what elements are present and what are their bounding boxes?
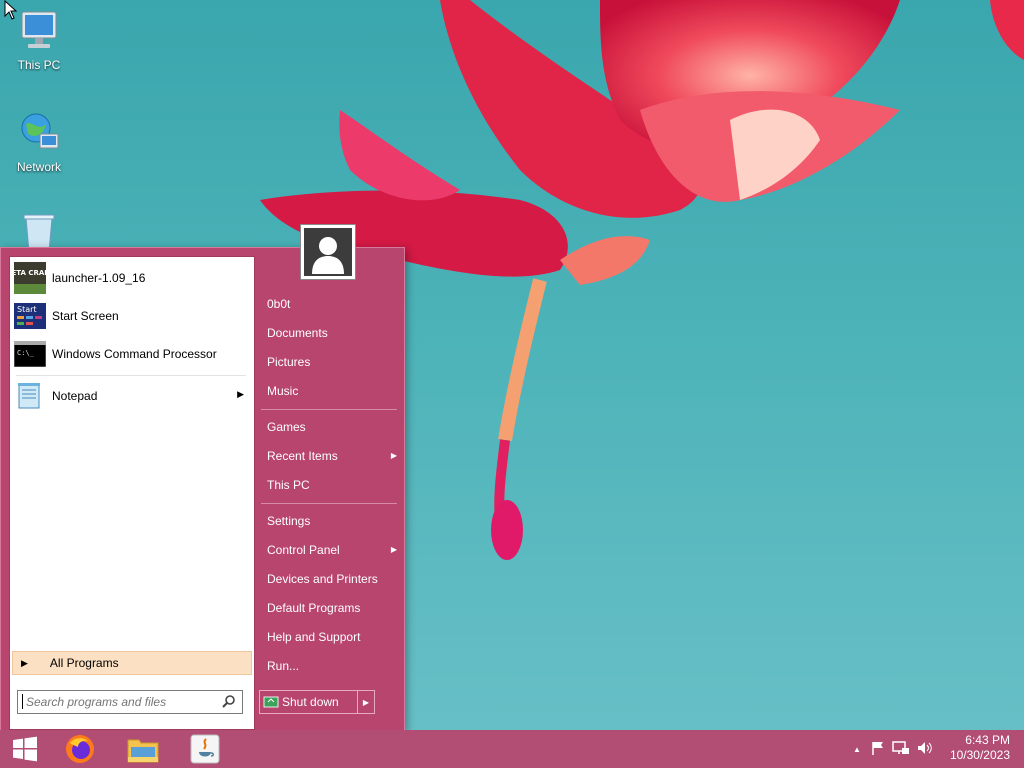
user-folder-link[interactable]: 0b0t [267, 293, 397, 315]
control-panel-link[interactable]: Control Panel ▶ [267, 539, 397, 561]
control-panel-label: Control Panel [267, 543, 340, 557]
shutdown-label: Shut down [282, 695, 339, 709]
start-menu-programs-pane: BETA CRAFT launcher-1.09_16 Start Start … [9, 256, 255, 730]
places-separator [261, 503, 397, 504]
recent-items-label: Recent Items [267, 449, 338, 463]
betacraft-icon-text: BETA CRAFT [14, 269, 46, 277]
system-tray: ▲ [850, 730, 934, 768]
search-box[interactable] [17, 690, 243, 714]
all-programs-button[interactable]: ▶ All Programs [12, 651, 252, 675]
cmd-icon: C:\_ [14, 338, 46, 370]
computer-icon [21, 11, 57, 48]
taskbar-firefox[interactable] [58, 732, 102, 766]
start-screen-icon: Start [14, 300, 46, 332]
start-menu: BETA CRAFT launcher-1.09_16 Start Start … [0, 224, 405, 731]
taskbar-file-explorer[interactable] [121, 732, 165, 766]
taskbar: ▲ 6:43 PM 10/30/2023 [0, 730, 1024, 768]
taskbar-clock[interactable]: 6:43 PM 10/30/2023 [950, 733, 1010, 763]
documents-link[interactable]: Documents [267, 322, 397, 344]
desktop-icon-network[interactable]: Network [1, 110, 77, 174]
program-start-screen[interactable]: Start Start Screen [14, 299, 250, 333]
default-programs-link[interactable]: Default Programs [267, 597, 397, 619]
programs-separator [16, 375, 246, 376]
desktop-icon-label: Network [16, 160, 61, 174]
windows-start-icon [13, 736, 37, 762]
clock-time: 6:43 PM [965, 733, 1010, 747]
java-icon [190, 734, 220, 764]
program-cmd[interactable]: C:\_ Windows Command Processor [14, 337, 250, 371]
recent-items-link[interactable]: Recent Items ▶ [267, 445, 397, 467]
shutdown-options-arrow-icon[interactable]: ▶ [357, 691, 374, 713]
program-notepad[interactable]: Notepad ▶ [14, 379, 250, 413]
program-launcher[interactable]: BETA CRAFT launcher-1.09_16 [14, 261, 250, 295]
notepad-icon [14, 380, 46, 412]
taskbar-java[interactable] [183, 732, 227, 766]
games-link[interactable]: Games [267, 416, 397, 438]
search-input[interactable] [24, 694, 218, 710]
program-label: Start Screen [52, 309, 119, 323]
program-label: launcher-1.09_16 [52, 271, 146, 285]
shutdown-icon [260, 696, 282, 708]
start-screen-icon-text: Start [17, 305, 37, 314]
start-menu-places-pane: 0b0t Documents Pictures Music Games Rece… [259, 248, 404, 730]
run-link[interactable]: Run... [267, 655, 397, 677]
program-label: Windows Command Processor [52, 347, 217, 361]
show-hidden-icons-icon[interactable]: ▲ [850, 745, 864, 754]
all-programs-label: All Programs [49, 656, 119, 670]
music-link[interactable]: Music [267, 380, 397, 402]
help-support-link[interactable]: Help and Support [267, 626, 397, 648]
submenu-arrow-icon: ▶ [390, 451, 397, 460]
devices-printers-link[interactable]: Devices and Printers [267, 568, 397, 590]
pictures-link[interactable]: Pictures [267, 351, 397, 373]
firefox-icon [66, 735, 94, 763]
volume-icon[interactable] [916, 740, 934, 759]
text-caret [22, 694, 23, 709]
submenu-arrow-icon: ▶ [390, 545, 397, 554]
network-tray-icon[interactable] [892, 740, 910, 759]
network-icon [21, 113, 59, 149]
places-separator [261, 409, 397, 410]
start-button[interactable] [3, 732, 47, 766]
clock-date: 10/30/2023 [949, 748, 1010, 762]
action-center-flag-icon[interactable] [870, 740, 886, 759]
program-label: Notepad [52, 389, 98, 403]
search-icon[interactable] [222, 694, 236, 711]
shutdown-button[interactable]: Shut down ▶ [259, 690, 375, 714]
all-programs-arrow-icon: ▶ [21, 657, 28, 668]
recycle-bin-icon [23, 214, 55, 252]
file-explorer-icon [127, 739, 159, 763]
cmd-icon-text: C:\_ [17, 349, 35, 357]
betacraft-icon: BETA CRAFT [14, 262, 46, 294]
desktop-icon-label: This PC [17, 58, 61, 72]
this-pc-link[interactable]: This PC [267, 474, 397, 496]
desktop-icon-this-pc[interactable]: This PC [1, 8, 77, 72]
settings-link[interactable]: Settings [267, 510, 397, 532]
submenu-arrow-icon[interactable]: ▶ [237, 389, 244, 400]
